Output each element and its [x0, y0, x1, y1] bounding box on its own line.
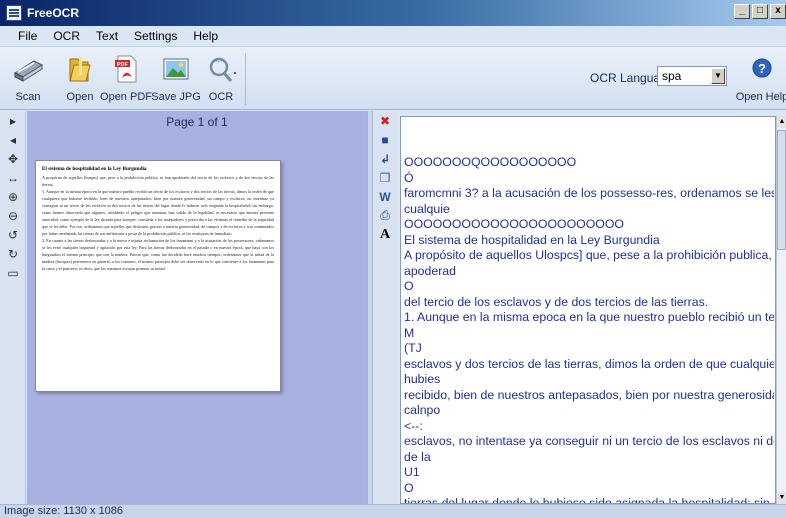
ocr-text-line: del tercio de los esclavos y de dos terc…	[404, 294, 709, 309]
ocr-language-select[interactable]: spa ▼	[657, 66, 727, 86]
open-pdf-button[interactable]: PDF Open PDF	[100, 51, 152, 107]
app-icon	[6, 5, 22, 21]
scanner-icon	[13, 60, 44, 82]
save-jpg-label: Save JPG	[151, 91, 201, 103]
ocr-text-line: A propósito de aquellos Ulospcs] que, pe…	[404, 248, 774, 262]
folder-open-icon	[69, 57, 91, 82]
svg-text:?: ?	[758, 61, 766, 76]
document-paragraph: A propósito de aquellos (huspes) que, pe…	[42, 175, 274, 187]
document-paragraph: 2. En cuanto a las tierras desbrozadas y…	[42, 238, 274, 271]
open-help-label: Open Help	[735, 91, 786, 103]
minimize-button[interactable]: _	[734, 4, 750, 19]
document-paragraph: 1. Aunque en la misma época en la que nu…	[42, 189, 274, 236]
zoom-in-icon[interactable]: ⊕	[0, 187, 26, 206]
ocr-text-line: tierras del lugar donde le hubiese sido …	[404, 496, 774, 504]
open-button[interactable]: Open	[60, 51, 100, 107]
select-region-icon[interactable]: ▭	[0, 263, 26, 282]
ocr-text-content: OOOOOOOQOOOOOOOOOO Ófaromcmni 3? a la acu…	[404, 155, 774, 504]
ocr-text-line: 1. Aunque en la misma epoca en la que nu…	[404, 310, 774, 324]
ocr-text-line: esclavos, no intentase ya conseguir ni u…	[404, 434, 774, 448]
page-indicator: Page 1 of 1	[166, 115, 228, 129]
ocr-text-line: OOOOOOOQOOOOOOOOOO	[404, 155, 577, 169]
image-icon	[163, 58, 189, 80]
font-icon[interactable]: A	[373, 225, 397, 244]
menu-file[interactable]: File	[10, 27, 45, 45]
title-bar: FreeOCR _ □ x	[0, 0, 786, 26]
open-pdf-label: Open PDF	[100, 91, 152, 103]
image-panel: Page 1 of 1 El sistema de hospitalidad e…	[27, 111, 367, 504]
menu-bar: File OCR Text Settings Help	[0, 26, 786, 46]
window-title: FreeOCR	[27, 6, 80, 20]
document-title: El sistema de hospitalidad en la Ley Bur…	[42, 166, 147, 172]
save-jpg-button[interactable]: Save JPG	[151, 51, 201, 107]
ocr-text-line: calnpo	[404, 403, 441, 417]
help-icon: ?	[752, 58, 772, 78]
fit-width-icon[interactable]: ↔	[0, 168, 26, 187]
open-help-button[interactable]: ? Open Help	[736, 51, 786, 107]
ocr-text-line: hubies	[404, 372, 441, 386]
document-image[interactable]: El sistema de hospitalidad en la Ley Bur…	[35, 160, 281, 392]
status-bar: Image size: 1130 x 1086	[0, 504, 786, 518]
svg-text:OCR: OCR	[214, 58, 225, 63]
ocr-text-line: O	[404, 480, 414, 495]
ocr-text-line: de la	[404, 449, 431, 464]
scroll-down-icon[interactable]: ▼	[777, 492, 786, 504]
ocr-text-line: U1	[404, 465, 420, 479]
scan-label: Scan	[15, 91, 41, 103]
image-size-status: Image size: 1130 x 1086	[4, 505, 124, 517]
ocr-text-line: faromcmni 3? a la acusación de los posse…	[404, 186, 774, 200]
save-text-icon[interactable]: ■	[373, 130, 397, 149]
image-tools: ▸ ◂ ✥ ↔ ⊕ ⊖ ↺ ↻ ▭	[0, 111, 26, 504]
rotate-left-icon[interactable]: ↺	[0, 225, 26, 244]
zoom-out-icon[interactable]: ⊖	[0, 206, 26, 225]
ocr-text-line: apoderad	[404, 263, 456, 278]
insert-line-icon[interactable]: ↲	[373, 149, 397, 168]
word-export-icon[interactable]: W	[373, 187, 397, 206]
pdf-icon: PDF	[115, 55, 137, 83]
ocr-text-line: OOOOOOOOOOOOOOOOOOOOOOO	[404, 217, 624, 231]
rotate-right-icon[interactable]: ↻	[0, 244, 26, 263]
ocr-text-line: <--:	[404, 418, 423, 433]
ocr-text-line: Ó	[404, 170, 414, 185]
toolbar: Scan Open PDF Open PDF Save JPG OCR OCR …	[0, 46, 786, 110]
ocr-text-line: El sistema de hospitalidad en la Ley Bur…	[404, 232, 660, 247]
menu-text[interactable]: Text	[88, 27, 126, 45]
open-label: Open	[66, 91, 94, 103]
dropdown-arrow-icon[interactable]: ▼	[711, 68, 725, 84]
scroll-up-icon[interactable]: ▲	[777, 116, 786, 128]
maximize-button[interactable]: □	[752, 4, 768, 19]
svg-text:PDF: PDF	[117, 62, 129, 68]
window-controls: _ □ x	[734, 4, 786, 19]
ocr-label: OCR	[208, 91, 234, 103]
pan-icon[interactable]: ✥	[0, 149, 26, 168]
text-tools: ✖ ■ ↲ ❐ W ⎙ A	[373, 111, 397, 504]
copy-icon[interactable]: ❐	[373, 168, 397, 187]
ocr-text-line: cualquie	[404, 201, 450, 216]
menu-help[interactable]: Help	[185, 27, 226, 45]
menu-settings[interactable]: Settings	[126, 27, 185, 45]
text-scrollbar[interactable]: ▲ ▼	[776, 116, 786, 504]
close-button[interactable]: x	[770, 4, 786, 19]
print-icon[interactable]: ⎙	[373, 206, 397, 225]
ocr-text-area[interactable]: OOOOOOOQOOOOOOOOOO Ófaromcmni 3? a la acu…	[400, 116, 776, 504]
ocr-text-line: recibido, bien de nuestros antepasados, …	[404, 387, 774, 402]
scroll-thumb[interactable]	[777, 130, 786, 250]
menu-ocr[interactable]: OCR	[45, 27, 88, 45]
ocr-text-line: (TJ	[404, 341, 422, 355]
ocr-button[interactable]: OCR OCR	[203, 51, 239, 107]
ocr-language-value: spa	[662, 69, 682, 83]
back-icon[interactable]: ◂	[0, 130, 26, 149]
pointer-icon[interactable]: ▸	[0, 111, 26, 130]
toolbar-separator	[245, 53, 246, 105]
ocr-text-line: esclavos y dos tercios de las tierras, d…	[404, 356, 774, 371]
ocr-text-line: M	[404, 325, 415, 340]
ocr-magnifier-icon: OCR	[209, 57, 236, 82]
clear-text-icon[interactable]: ✖	[373, 111, 397, 130]
scan-button[interactable]: Scan	[8, 51, 48, 107]
ocr-text-line: O	[404, 279, 414, 293]
